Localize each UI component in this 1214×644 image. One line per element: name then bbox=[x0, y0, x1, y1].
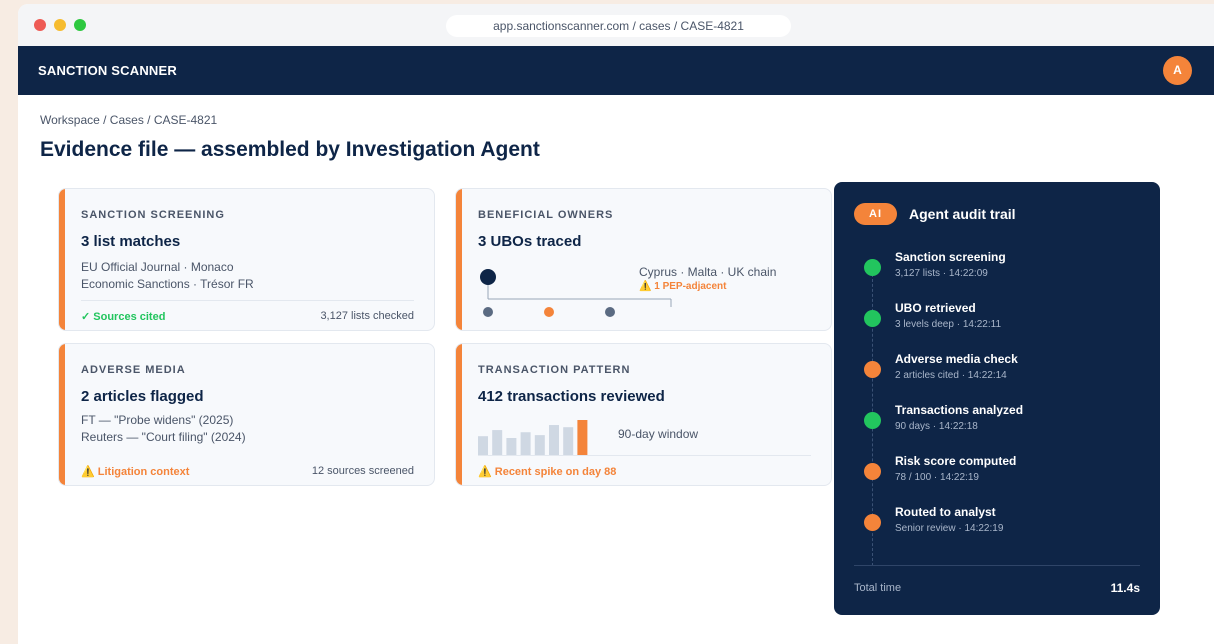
address-bar[interactable]: app.sanctionscanner.com / cases / CASE-4… bbox=[446, 15, 791, 37]
transaction-bar bbox=[478, 436, 488, 456]
article-line[interactable]: Reuters — "Court filing" (2024) bbox=[81, 430, 246, 444]
timeline-step-title[interactable]: Sanction screening bbox=[895, 250, 1006, 264]
spike-warning: ⚠️ Recent spike on day 88 bbox=[478, 466, 617, 478]
transaction-bar bbox=[534, 435, 545, 456]
page-title: Evidence file — assembled by Investigati… bbox=[40, 138, 540, 161]
ubo-node-pep[interactable] bbox=[544, 307, 554, 317]
close-window-button[interactable] bbox=[34, 19, 46, 31]
card-headline: 3 UBOs traced bbox=[478, 233, 582, 250]
ai-badge: AI bbox=[854, 203, 897, 225]
step-status-dot bbox=[864, 412, 881, 429]
timeline-step-title[interactable]: Transactions analyzed bbox=[895, 403, 1023, 417]
timeline-step-detail: 3,127 lists · 14:22:09 bbox=[895, 268, 988, 279]
ubo-node[interactable] bbox=[605, 307, 615, 317]
timeline-step-title[interactable]: Adverse media check bbox=[895, 352, 1018, 366]
card-divider bbox=[478, 455, 811, 456]
total-time-value: 11.4s bbox=[1110, 581, 1140, 595]
card-divider bbox=[81, 300, 414, 301]
transaction-bar bbox=[506, 438, 517, 456]
sources-screened-count: 12 sources screened bbox=[311, 465, 414, 477]
card-label: TRANSACTION PATTERN bbox=[478, 364, 631, 376]
parent-entity-node[interactable] bbox=[480, 269, 496, 285]
timeline-step-detail: Senior review · 14:22:19 bbox=[895, 523, 1004, 534]
list-source-line: EU Official Journal · Monaco bbox=[81, 260, 234, 274]
transaction-pattern-card[interactable]: TRANSACTION PATTERN 412 transactions rev… bbox=[455, 343, 832, 486]
timeline-step-title[interactable]: Routed to analyst bbox=[895, 505, 996, 519]
spike-bar bbox=[577, 420, 588, 456]
lists-checked-count: 3,127 lists checked bbox=[320, 310, 414, 322]
card-headline: 3 list matches bbox=[81, 233, 181, 250]
window-label: 90-day window bbox=[618, 427, 699, 441]
card-headline: 2 articles flagged bbox=[81, 388, 204, 405]
total-time-label: Total time bbox=[854, 582, 902, 594]
transaction-bar bbox=[492, 430, 503, 456]
audit-title: Agent audit trail bbox=[909, 206, 1016, 222]
beneficial-owners-card[interactable]: BENEFICIAL OWNERS 3 UBOs traced Cyprus ·… bbox=[455, 188, 832, 331]
litigation-context-badge: ⚠️ Litigation context bbox=[81, 466, 190, 478]
list-source-line: Economic Sanctions · Trésor FR bbox=[81, 277, 254, 291]
timeline-step-detail: 2 articles cited · 14:22:14 bbox=[895, 370, 1007, 381]
timeline-step-detail: 78 / 100 · 14:22:19 bbox=[895, 472, 979, 483]
card-label: ADVERSE MEDIA bbox=[81, 364, 186, 376]
app-header: SANCTION SCANNER A bbox=[18, 46, 1214, 95]
timeline-step-title[interactable]: Risk score computed bbox=[895, 454, 1016, 468]
step-status-dot bbox=[864, 463, 881, 480]
step-status-dot bbox=[864, 259, 881, 276]
timeline-step-detail: 90 days · 14:22:18 bbox=[895, 421, 978, 432]
breadcrumb: Workspace / Cases / CASE-4821 bbox=[40, 113, 218, 127]
card-headline: 412 transactions reviewed bbox=[478, 388, 665, 405]
transaction-bar-chart bbox=[478, 420, 588, 456]
minimize-window-button[interactable] bbox=[54, 19, 66, 31]
pep-adjacent-warning: ⚠️ 1 PEP-adjacent bbox=[639, 281, 727, 292]
ubo-node[interactable] bbox=[483, 307, 493, 317]
transaction-bar bbox=[520, 432, 531, 456]
user-avatar[interactable]: A bbox=[1163, 56, 1192, 85]
sanction-screening-card[interactable]: SANCTION SCREENING 3 list matches EU Off… bbox=[58, 188, 435, 331]
brand-logo[interactable]: SANCTION SCANNER bbox=[38, 63, 177, 78]
transaction-bar bbox=[549, 425, 559, 456]
agent-audit-trail-panel: AI Agent audit trail Sanction screening … bbox=[834, 182, 1160, 615]
step-status-dot bbox=[864, 514, 881, 531]
transaction-bar bbox=[563, 427, 574, 456]
maximize-window-button[interactable] bbox=[74, 19, 86, 31]
timeline-step-title[interactable]: UBO retrieved bbox=[895, 301, 976, 315]
timeline-step-detail: 3 levels deep · 14:22:11 bbox=[895, 319, 1002, 330]
article-line[interactable]: FT — "Probe widens" (2025) bbox=[81, 413, 233, 427]
audit-divider bbox=[854, 565, 1140, 566]
step-status-dot bbox=[864, 310, 881, 327]
browser-titlebar: app.sanctionscanner.com / cases / CASE-4… bbox=[18, 4, 1214, 46]
adverse-media-card[interactable]: ADVERSE MEDIA 2 articles flagged FT — "P… bbox=[58, 343, 435, 486]
ownership-chain-label: Cyprus · Malta · UK chain bbox=[639, 265, 777, 279]
step-status-dot bbox=[864, 361, 881, 378]
card-label: BENEFICIAL OWNERS bbox=[478, 209, 614, 221]
card-label: SANCTION SCREENING bbox=[81, 209, 225, 221]
sources-cited-badge[interactable]: ✓ Sources cited bbox=[81, 310, 165, 323]
